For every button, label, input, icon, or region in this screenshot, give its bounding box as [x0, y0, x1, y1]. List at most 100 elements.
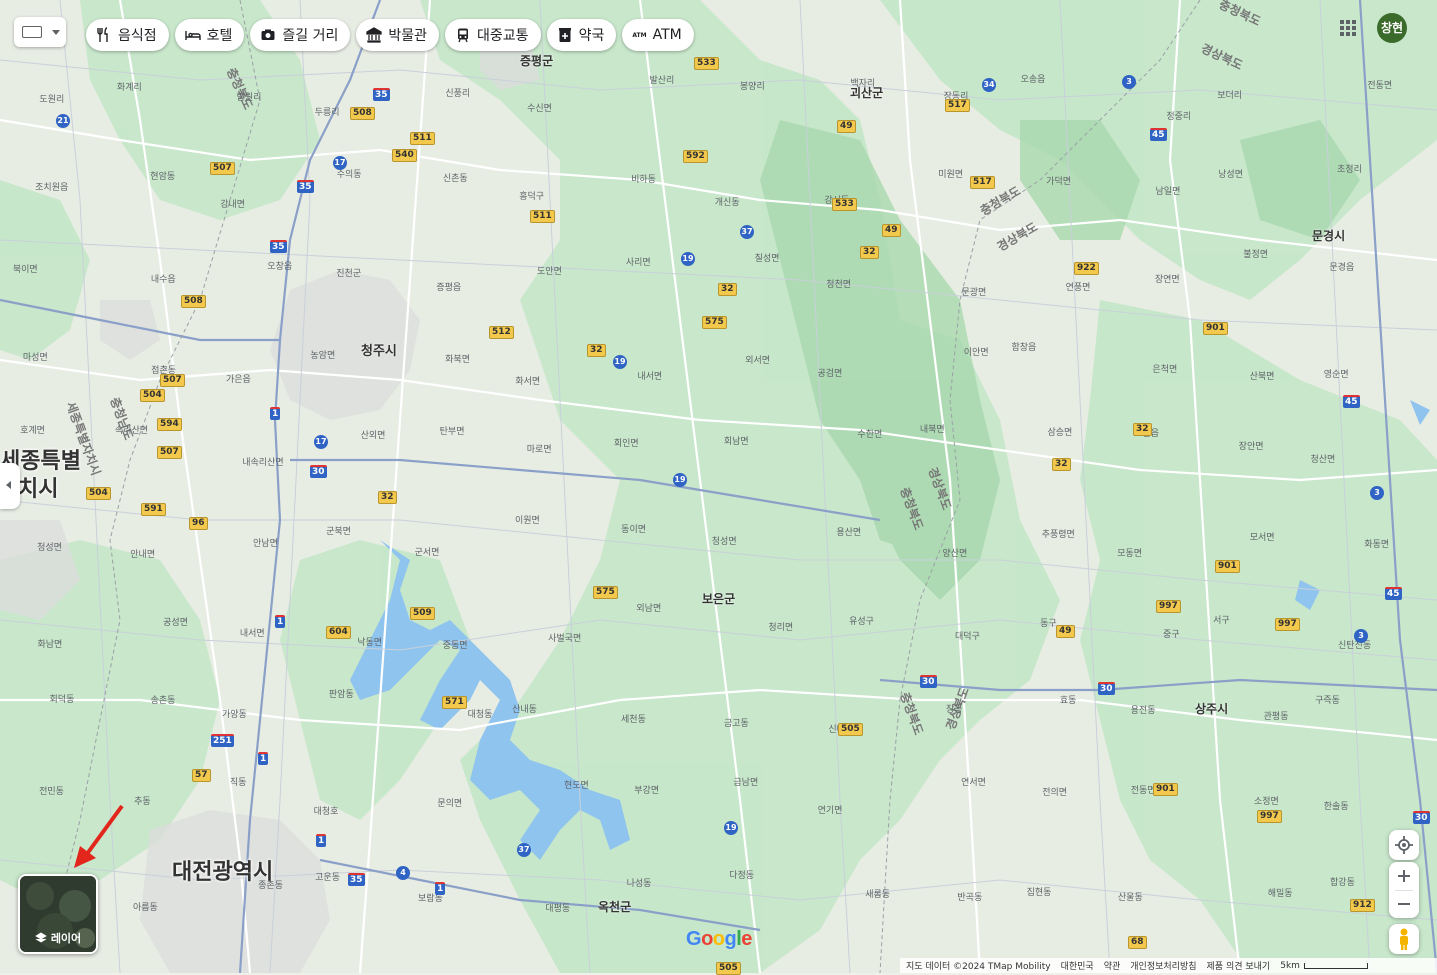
- place-label[interactable]: 대평동: [545, 901, 570, 914]
- place-label[interactable]: 외남면: [636, 601, 661, 614]
- place-label[interactable]: 추풍령면: [1042, 527, 1075, 540]
- place-label[interactable]: 효동: [1060, 693, 1077, 706]
- place-label[interactable]: 문경읍: [1329, 260, 1354, 273]
- place-label[interactable]: 발산리: [649, 73, 674, 86]
- place-label[interactable]: 금고동: [724, 716, 749, 729]
- chip-restaurants[interactable]: 음식점: [86, 19, 169, 51]
- city-label-jeungpyeong[interactable]: 증평군: [520, 52, 553, 69]
- place-label[interactable]: 소정면: [1254, 794, 1279, 807]
- place-label[interactable]: 모서면: [1250, 530, 1275, 543]
- region-link[interactable]: 대한민국: [1061, 959, 1094, 972]
- place-label[interactable]: 청천면: [826, 277, 851, 290]
- place-label[interactable]: 수신면: [527, 101, 552, 114]
- place-label[interactable]: 비하동: [631, 172, 656, 185]
- place-label[interactable]: 문광면: [962, 285, 987, 298]
- place-label[interactable]: 관평동: [1264, 709, 1289, 722]
- terms-link[interactable]: 약관: [1104, 959, 1121, 972]
- place-label[interactable]: 불정면: [1243, 247, 1268, 260]
- place-label[interactable]: 군서면: [415, 545, 440, 558]
- place-label[interactable]: 전동면: [1367, 78, 1392, 91]
- my-location-button[interactable]: [1389, 830, 1419, 860]
- place-label[interactable]: 반곡동: [957, 890, 982, 903]
- place-label[interactable]: 구즉동: [1315, 693, 1340, 706]
- place-label[interactable]: 회남면: [724, 434, 749, 447]
- place-label[interactable]: 진천군: [336, 266, 361, 279]
- place-label[interactable]: 용산면: [836, 525, 861, 538]
- place-label[interactable]: 흥덕구: [519, 189, 544, 202]
- place-label[interactable]: 공검면: [818, 366, 843, 379]
- place-label[interactable]: 장동: [946, 702, 963, 715]
- place-label[interactable]: 사벌국면: [548, 631, 581, 644]
- place-label[interactable]: 농암면: [310, 348, 335, 361]
- feedback-link[interactable]: 제품 의견 보내기: [1207, 959, 1271, 972]
- place-label[interactable]: 오창읍: [267, 259, 292, 272]
- place-label[interactable]: 아름동: [133, 900, 158, 913]
- place-label[interactable]: 산울동: [1118, 890, 1143, 903]
- account-avatar[interactable]: 창현: [1377, 13, 1407, 43]
- place-label[interactable]: 산내동: [512, 702, 537, 715]
- place-label[interactable]: 외서면: [745, 353, 770, 366]
- place-label[interactable]: 사리면: [626, 255, 651, 268]
- place-label[interactable]: 속리산면: [115, 423, 148, 436]
- place-label[interactable]: 용전동: [1131, 703, 1156, 716]
- place-label[interactable]: 문의면: [437, 796, 462, 809]
- chip-things-to-do[interactable]: 즐길 거리: [250, 19, 351, 51]
- place-label[interactable]: 청리면: [768, 620, 793, 633]
- place-label[interactable]: 남일면: [1156, 184, 1181, 197]
- keyboard-input-tool-button[interactable]: [14, 17, 66, 47]
- place-label[interactable]: 중동면: [443, 638, 468, 651]
- place-label[interactable]: 내수읍: [151, 272, 176, 285]
- place-label[interactable]: 서구: [1213, 613, 1230, 626]
- place-label[interactable]: 연풍면: [1066, 280, 1091, 293]
- place-label[interactable]: 함창읍: [1011, 340, 1036, 353]
- city-label-cheongju[interactable]: 청주시: [361, 340, 397, 359]
- place-label[interactable]: 연기면: [818, 803, 843, 816]
- place-label[interactable]: 보더리: [1217, 88, 1242, 101]
- place-label[interactable]: 종촌동: [258, 878, 283, 891]
- place-label[interactable]: 미원면: [938, 167, 963, 180]
- place-label[interactable]: 이안면: [964, 345, 989, 358]
- chip-transit[interactable]: 대중교통: [445, 19, 541, 51]
- place-label[interactable]: 전의면: [1042, 785, 1067, 798]
- place-label[interactable]: 공성면: [163, 615, 188, 628]
- place-label[interactable]: 세천동: [621, 712, 646, 725]
- chip-pharmacies[interactable]: 약국: [546, 19, 617, 51]
- place-label[interactable]: 마성면: [23, 350, 48, 363]
- place-label[interactable]: 양산면: [942, 546, 967, 559]
- place-label[interactable]: 삼승면: [1047, 425, 1072, 438]
- scale-bar[interactable]: 5km: [1280, 961, 1368, 971]
- place-label[interactable]: 집현동: [1027, 885, 1052, 898]
- place-label[interactable]: 조치원읍: [35, 180, 68, 193]
- place-label[interactable]: 연서면: [961, 775, 986, 788]
- place-label[interactable]: 은척면: [1152, 362, 1177, 375]
- place-label[interactable]: 내서면: [240, 626, 265, 639]
- place-label[interactable]: 새롬동: [865, 887, 890, 900]
- place-label[interactable]: 탄부면: [440, 424, 465, 437]
- place-label[interactable]: 동이면: [621, 522, 646, 535]
- place-label[interactable]: 화서면: [515, 374, 540, 387]
- place-label[interactable]: 수한면: [857, 427, 882, 440]
- place-label[interactable]: 장안면: [1239, 439, 1264, 452]
- place-label[interactable]: 도안면: [537, 264, 562, 277]
- place-label[interactable]: 북이면: [13, 262, 38, 275]
- place-label[interactable]: 전동면: [1131, 783, 1156, 796]
- place-label[interactable]: 호계면: [20, 423, 45, 436]
- place-label[interactable]: 대덕구: [955, 629, 980, 642]
- place-label[interactable]: 오송읍: [1021, 72, 1046, 85]
- place-label[interactable]: 대청호: [314, 804, 339, 817]
- place-label[interactable]: 송촌동: [151, 693, 176, 706]
- city-label-mungyeong[interactable]: 문경시: [1312, 227, 1345, 244]
- place-label[interactable]: 화북면: [445, 352, 470, 365]
- place-label[interactable]: 초정리: [1337, 162, 1362, 175]
- place-label[interactable]: 내북면: [920, 422, 945, 435]
- place-label[interactable]: 화계리: [117, 80, 142, 93]
- place-label[interactable]: 백자리: [850, 76, 875, 89]
- place-label[interactable]: 낙동면: [357, 635, 382, 648]
- place-label[interactable]: 청성면: [712, 534, 737, 547]
- place-label[interactable]: 다정동: [729, 868, 754, 881]
- place-label[interactable]: 판암동: [329, 687, 354, 700]
- place-label[interactable]: 내속리산면: [242, 455, 283, 468]
- place-label[interactable]: 화남면: [38, 637, 63, 650]
- place-label[interactable]: 대청동: [468, 707, 493, 720]
- place-label[interactable]: 강내면: [220, 197, 245, 210]
